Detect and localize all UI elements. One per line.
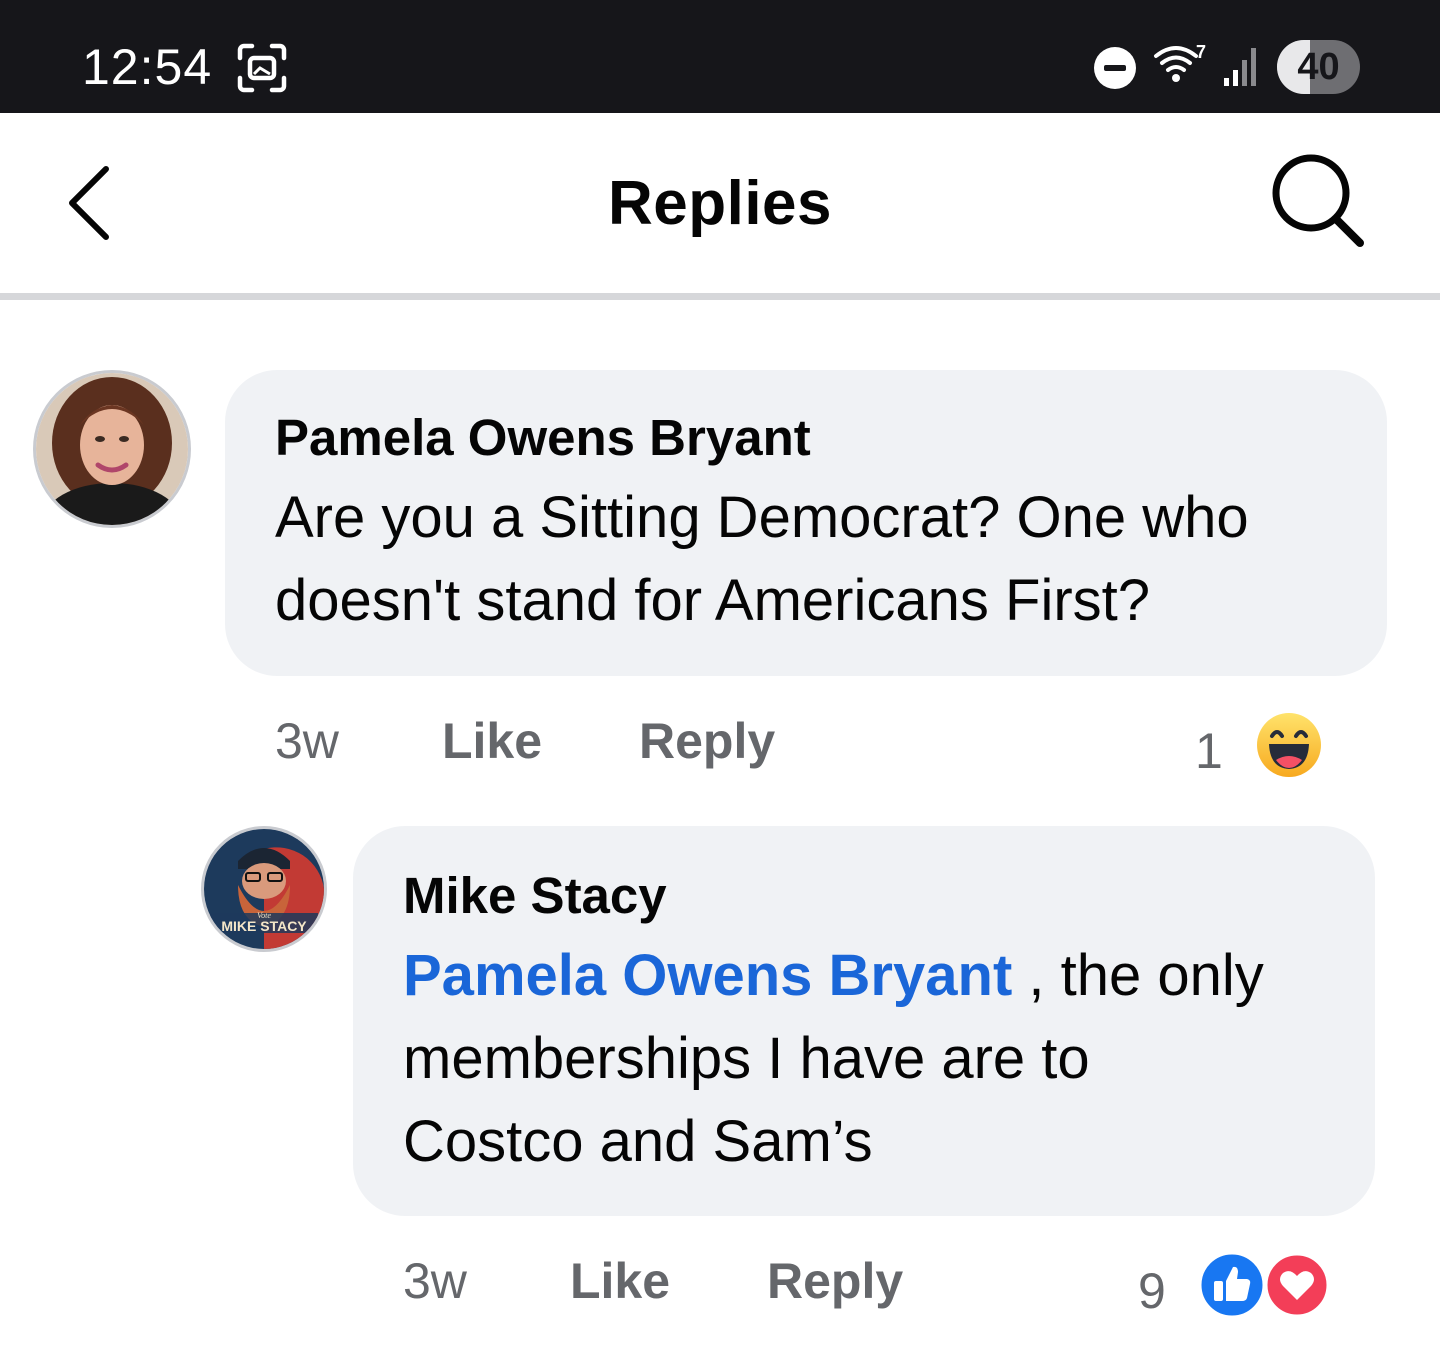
profile-photo [36, 373, 188, 525]
page-title: Replies [607, 169, 833, 238]
comment-bubble: Pamela Owens Bryant Are you a Sitting De… [225, 370, 1387, 676]
comment-author[interactable]: Pamela Owens Bryant [275, 408, 811, 467]
wifi-icon: 7 [1154, 42, 1206, 82]
like-reaction-icon[interactable] [1198, 1251, 1266, 1319]
search-icon [1272, 154, 1364, 247]
reply-time: 3w [403, 1253, 467, 1309]
cell-signal-icon [1224, 48, 1256, 86]
avatar-name-text: MIKE STACY [221, 918, 307, 934]
reaction-count[interactable]: 9 [1138, 1262, 1166, 1320]
do-not-disturb-icon [1094, 47, 1136, 89]
battery-indicator: 40 [1277, 40, 1360, 94]
reaction-count[interactable]: 1 [1195, 722, 1223, 780]
reply-text-line: memberships I have are to [403, 1026, 1090, 1091]
reply-text-line: Pamela Owens Bryant , the only [403, 934, 1264, 1017]
love-reaction-icon[interactable] [1264, 1252, 1330, 1318]
reply-button[interactable]: Reply [767, 1252, 903, 1310]
search-button[interactable] [1268, 153, 1368, 253]
avatar-pamela[interactable] [33, 370, 191, 528]
header-bar: Replies [0, 113, 1440, 293]
haha-reaction-icon[interactable] [1256, 712, 1322, 778]
status-time: 12:54 [82, 39, 213, 95]
reply-author[interactable]: Mike Stacy [403, 866, 667, 925]
comment-time: 3w [275, 713, 339, 769]
like-button[interactable]: Like [570, 1252, 670, 1310]
like-button[interactable]: Like [442, 712, 542, 770]
mention-link[interactable]: Pamela Owens Bryant [403, 943, 1012, 1008]
svg-text:7: 7 [1196, 42, 1206, 62]
header-divider [0, 293, 1440, 300]
battery-percent: 40 [1297, 46, 1340, 88]
reply-bubble: Mike Stacy Pamela Owens Bryant , the onl… [353, 826, 1375, 1216]
profile-photo: Vote MIKE STACY [204, 829, 324, 949]
avatar-mike[interactable]: Vote MIKE STACY [201, 826, 327, 952]
reply-button[interactable]: Reply [639, 712, 775, 770]
status-bar: 12:54 7 40 [0, 0, 1440, 113]
comment-text-line: doesn't stand for Americans First? [275, 568, 1151, 633]
reply-text-line: Costco and Sam’s [403, 1109, 873, 1174]
reply-text-segment: , the only [1012, 943, 1264, 1008]
screenshot-icon [237, 43, 287, 93]
comment-text-line: Are you a Sitting Democrat? One who [275, 485, 1249, 550]
